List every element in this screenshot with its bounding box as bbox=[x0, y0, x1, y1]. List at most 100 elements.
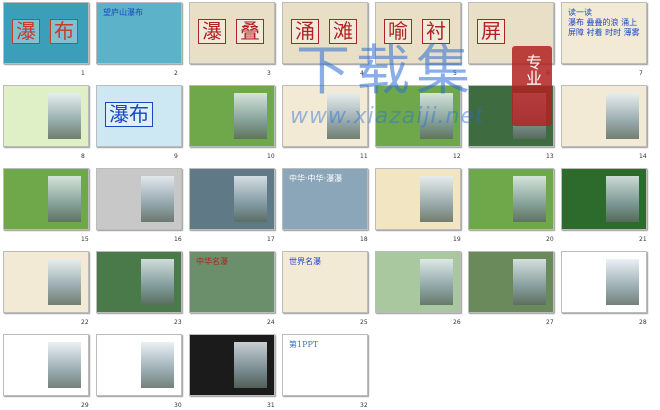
slide-text: 喻 bbox=[384, 19, 412, 44]
slide-thumbnail[interactable]: 世界名瀑 bbox=[282, 251, 368, 313]
slide-image-placeholder bbox=[140, 342, 175, 388]
slide-thumbnail[interactable] bbox=[3, 168, 89, 230]
slide-text: 屏 bbox=[477, 19, 505, 44]
slide-image-placeholder bbox=[47, 342, 82, 388]
slide-number: 17 bbox=[267, 236, 275, 243]
slide-thumbnail[interactable] bbox=[282, 85, 368, 147]
slide-image-placeholder bbox=[605, 176, 640, 222]
slide-number: 12 bbox=[453, 153, 461, 160]
slide-number: 13 bbox=[546, 153, 554, 160]
slide-thumbnail[interactable] bbox=[189, 334, 275, 396]
slide-thumbnail[interactable]: 中华名瀑 bbox=[189, 251, 275, 313]
slide-image-placeholder bbox=[605, 93, 640, 139]
slide-thumbnail[interactable] bbox=[468, 251, 554, 313]
slide-text: 瀑布 bbox=[105, 102, 153, 127]
slide-image-placeholder bbox=[47, 176, 82, 222]
slide-thumbnail[interactable] bbox=[468, 168, 554, 230]
slide-sorter-grid: 瀑布 1 望庐山瀑布 2 瀑叠 3 涌滩 4 喻衬 5 屏 6 读一读 瀑布 叠叠的浪 涌上 屏障 衬着 时… bbox=[0, 0, 660, 410]
slide-number: 30 bbox=[174, 402, 182, 409]
slide-image-placeholder bbox=[233, 342, 268, 388]
slide-thumbnail[interactable] bbox=[96, 334, 182, 396]
slide-thumbnail[interactable]: 望庐山瀑布 bbox=[96, 2, 182, 64]
slide-image-placeholder bbox=[47, 259, 82, 305]
slide-number: 3 bbox=[267, 70, 271, 77]
slide-number: 6 bbox=[546, 70, 550, 77]
slide-text: 望庐山瀑布 bbox=[103, 8, 143, 17]
slide-image-placeholder bbox=[47, 93, 82, 139]
slide-text: 叠 bbox=[236, 19, 264, 44]
slide-text: 衬 bbox=[422, 19, 450, 44]
slide-thumbnail[interactable] bbox=[468, 85, 554, 147]
slide-image-placeholder bbox=[605, 259, 640, 305]
slide-thumbnail[interactable] bbox=[189, 85, 275, 147]
slide-number: 24 bbox=[267, 319, 275, 326]
slide-thumbnail[interactable]: 瀑布 bbox=[96, 85, 182, 147]
slide-number: 20 bbox=[546, 236, 554, 243]
slide-image-placeholder bbox=[419, 176, 454, 222]
slide-thumbnail[interactable] bbox=[375, 85, 461, 147]
slide-thumbnail[interactable]: 屏 bbox=[468, 2, 554, 64]
slide-thumbnail[interactable]: 读一读 瀑布 叠叠的浪 涌上 屏障 衬着 时时 薄雾 bbox=[561, 2, 647, 64]
slide-image-placeholder bbox=[233, 176, 268, 222]
slide-number: 19 bbox=[453, 236, 461, 243]
slide-number: 10 bbox=[267, 153, 275, 160]
slide-number: 14 bbox=[639, 153, 647, 160]
slide-number: 2 bbox=[174, 70, 178, 77]
slide-number: 22 bbox=[81, 319, 89, 326]
slide-number: 7 bbox=[639, 70, 643, 77]
slide-text: 第1PPT bbox=[289, 340, 319, 349]
slide-text: 读一读 bbox=[568, 8, 592, 17]
slide-image-placeholder bbox=[512, 259, 547, 305]
slide-text: 滩 bbox=[329, 19, 357, 44]
slide-number: 15 bbox=[81, 236, 89, 243]
slide-thumbnail[interactable]: 中华·中华·瀑瀑 bbox=[282, 168, 368, 230]
slide-text: 涌 bbox=[291, 19, 319, 44]
slide-thumbnail[interactable] bbox=[189, 168, 275, 230]
slide-number: 21 bbox=[639, 236, 647, 243]
slide-image-placeholder bbox=[233, 93, 268, 139]
slide-thumbnail[interactable] bbox=[3, 334, 89, 396]
slide-thumbnail[interactable] bbox=[561, 168, 647, 230]
slide-image-placeholder bbox=[512, 176, 547, 222]
slide-thumbnail[interactable]: 喻衬 bbox=[375, 2, 461, 64]
slide-text: 屏障 衬着 时时 薄雾 bbox=[568, 28, 640, 37]
slide-thumbnail[interactable]: 瀑叠 bbox=[189, 2, 275, 64]
slide-image-placeholder bbox=[512, 93, 547, 139]
slide-thumbnail[interactable] bbox=[375, 251, 461, 313]
slide-text: 世界名瀑 bbox=[289, 257, 321, 266]
slide-number: 26 bbox=[453, 319, 461, 326]
slide-text: 瀑 bbox=[12, 19, 40, 44]
slide-image-placeholder bbox=[140, 259, 175, 305]
slide-number: 23 bbox=[174, 319, 182, 326]
slide-image-placeholder bbox=[326, 93, 361, 139]
slide-thumbnail[interactable] bbox=[3, 251, 89, 313]
slide-thumbnail[interactable] bbox=[375, 168, 461, 230]
slide-thumbnail[interactable]: 第1PPT bbox=[282, 334, 368, 396]
slide-image-placeholder bbox=[140, 176, 175, 222]
slide-thumbnail[interactable] bbox=[3, 85, 89, 147]
slide-number: 9 bbox=[174, 153, 178, 160]
slide-number: 11 bbox=[360, 153, 368, 160]
slide-number: 5 bbox=[453, 70, 457, 77]
slide-text: 布 bbox=[50, 19, 78, 44]
slide-text: 瀑布 叠叠的浪 涌上 bbox=[568, 18, 638, 27]
slide-thumbnail[interactable] bbox=[96, 251, 182, 313]
slide-image-placeholder bbox=[419, 93, 454, 139]
slide-number: 4 bbox=[360, 70, 364, 77]
slide-text: 中华·中华·瀑瀑 bbox=[289, 174, 343, 183]
slide-text: 中华名瀑 bbox=[196, 257, 228, 266]
slide-number: 28 bbox=[639, 319, 647, 326]
slide-number: 16 bbox=[174, 236, 182, 243]
slide-number: 1 bbox=[81, 70, 85, 77]
slide-thumbnail[interactable]: 涌滩 bbox=[282, 2, 368, 64]
slide-thumbnail[interactable] bbox=[561, 85, 647, 147]
slide-image-placeholder bbox=[419, 259, 454, 305]
slide-number: 29 bbox=[81, 402, 89, 409]
slide-number: 8 bbox=[81, 153, 85, 160]
slide-number: 25 bbox=[360, 319, 368, 326]
slide-thumbnail[interactable] bbox=[96, 168, 182, 230]
slide-number: 31 bbox=[267, 402, 275, 409]
slide-thumbnail[interactable]: 瀑布 bbox=[3, 2, 89, 64]
slide-number: 27 bbox=[546, 319, 554, 326]
slide-thumbnail[interactable] bbox=[561, 251, 647, 313]
